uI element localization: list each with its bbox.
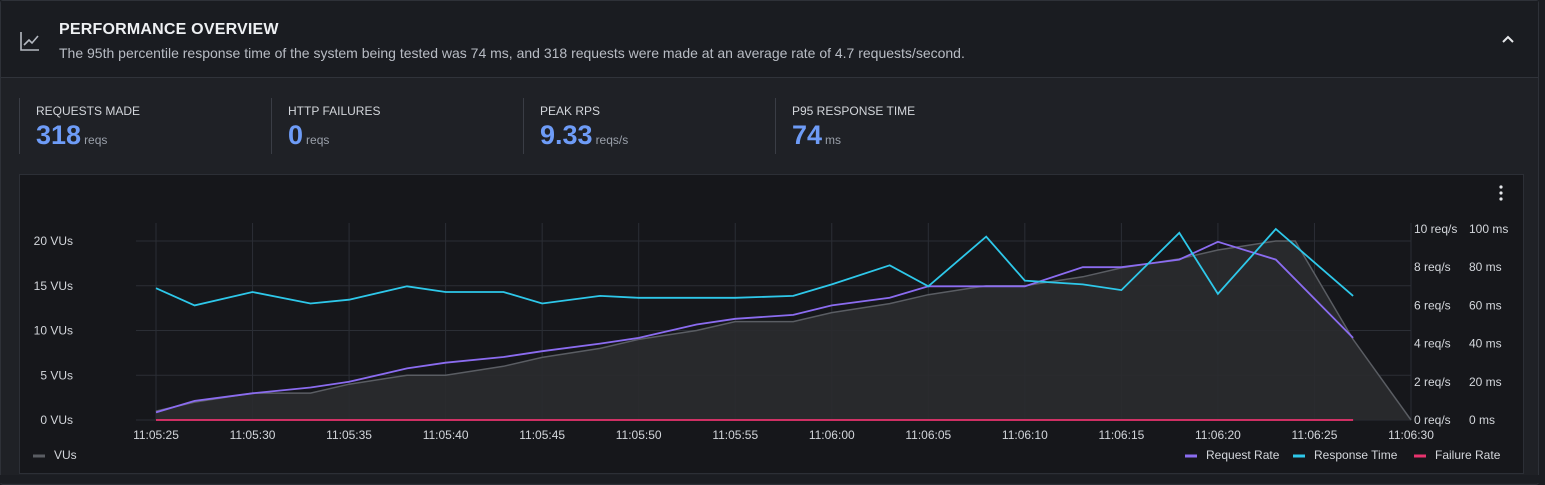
x-tick-label: 11:06:10 [1002, 428, 1048, 442]
x-tick-label: 11:05:45 [519, 428, 565, 442]
y-right-time-tick-label: 100 ms [1469, 222, 1508, 236]
y-right-rate-tick-label: 4 req/s [1414, 337, 1451, 351]
x-tick-label: 11:05:40 [423, 428, 469, 442]
x-tick-label: 11:05:50 [616, 428, 662, 442]
y-right-time-tick-label: 0 ms [1469, 413, 1495, 427]
y-right-time-tick-label: 20 ms [1469, 375, 1502, 389]
y-right-time-tick-label: 40 ms [1469, 337, 1502, 351]
y-right-rate-tick-label: 10 req/s [1414, 222, 1457, 236]
legend-label-request-rate: Request Rate [1206, 448, 1280, 462]
x-tick-label: 11:05:35 [326, 428, 372, 442]
x-tick-label: 11:05:25 [133, 428, 179, 442]
x-tick-label: 11:06:25 [1292, 428, 1338, 442]
x-tick-label: 11:06:20 [1195, 428, 1241, 442]
y-left-tick-label: 10 VUs [34, 324, 73, 338]
y-right-rate-tick-label: 2 req/s [1414, 375, 1451, 389]
kebab-menu-icon[interactable] [1491, 183, 1511, 203]
y-left-tick-label: 0 VUs [40, 413, 73, 427]
y-left-tick-label: 20 VUs [34, 234, 73, 248]
performance-overview-panel: PERFORMANCE OVERVIEW The 95th percentile… [0, 0, 1539, 485]
legend-label-failure-rate: Failure Rate [1435, 448, 1501, 462]
x-tick-label: 11:06:05 [905, 428, 951, 442]
x-tick-label: 11:05:30 [230, 428, 276, 442]
y-right-rate-tick-label: 8 req/s [1414, 260, 1451, 274]
x-tick-label: 11:06:30 [1388, 428, 1434, 442]
y-left-tick-label: 15 VUs [34, 279, 73, 293]
y-right-time-tick-label: 60 ms [1469, 298, 1502, 312]
x-tick-label: 11:06:00 [809, 428, 855, 442]
x-tick-label: 11:06:15 [1098, 428, 1144, 442]
y-right-rate-tick-label: 6 req/s [1414, 298, 1451, 312]
next-panel-edge [0, 475, 1545, 483]
y-left-tick-label: 5 VUs [40, 368, 73, 382]
legend-label-response-time: Response Time [1314, 448, 1398, 462]
y-right-rate-tick-label: 0 req/s [1414, 413, 1451, 427]
performance-chart-svg: 20 VUs 15 VUs 10 VUs 5 VUs 0 VUs 11:05:25 11:0… [33, 222, 1508, 462]
x-tick-label: 11:05:55 [712, 428, 758, 442]
legend-label-vus: VUs [54, 448, 77, 462]
y-right-time-tick-label: 80 ms [1469, 260, 1502, 274]
